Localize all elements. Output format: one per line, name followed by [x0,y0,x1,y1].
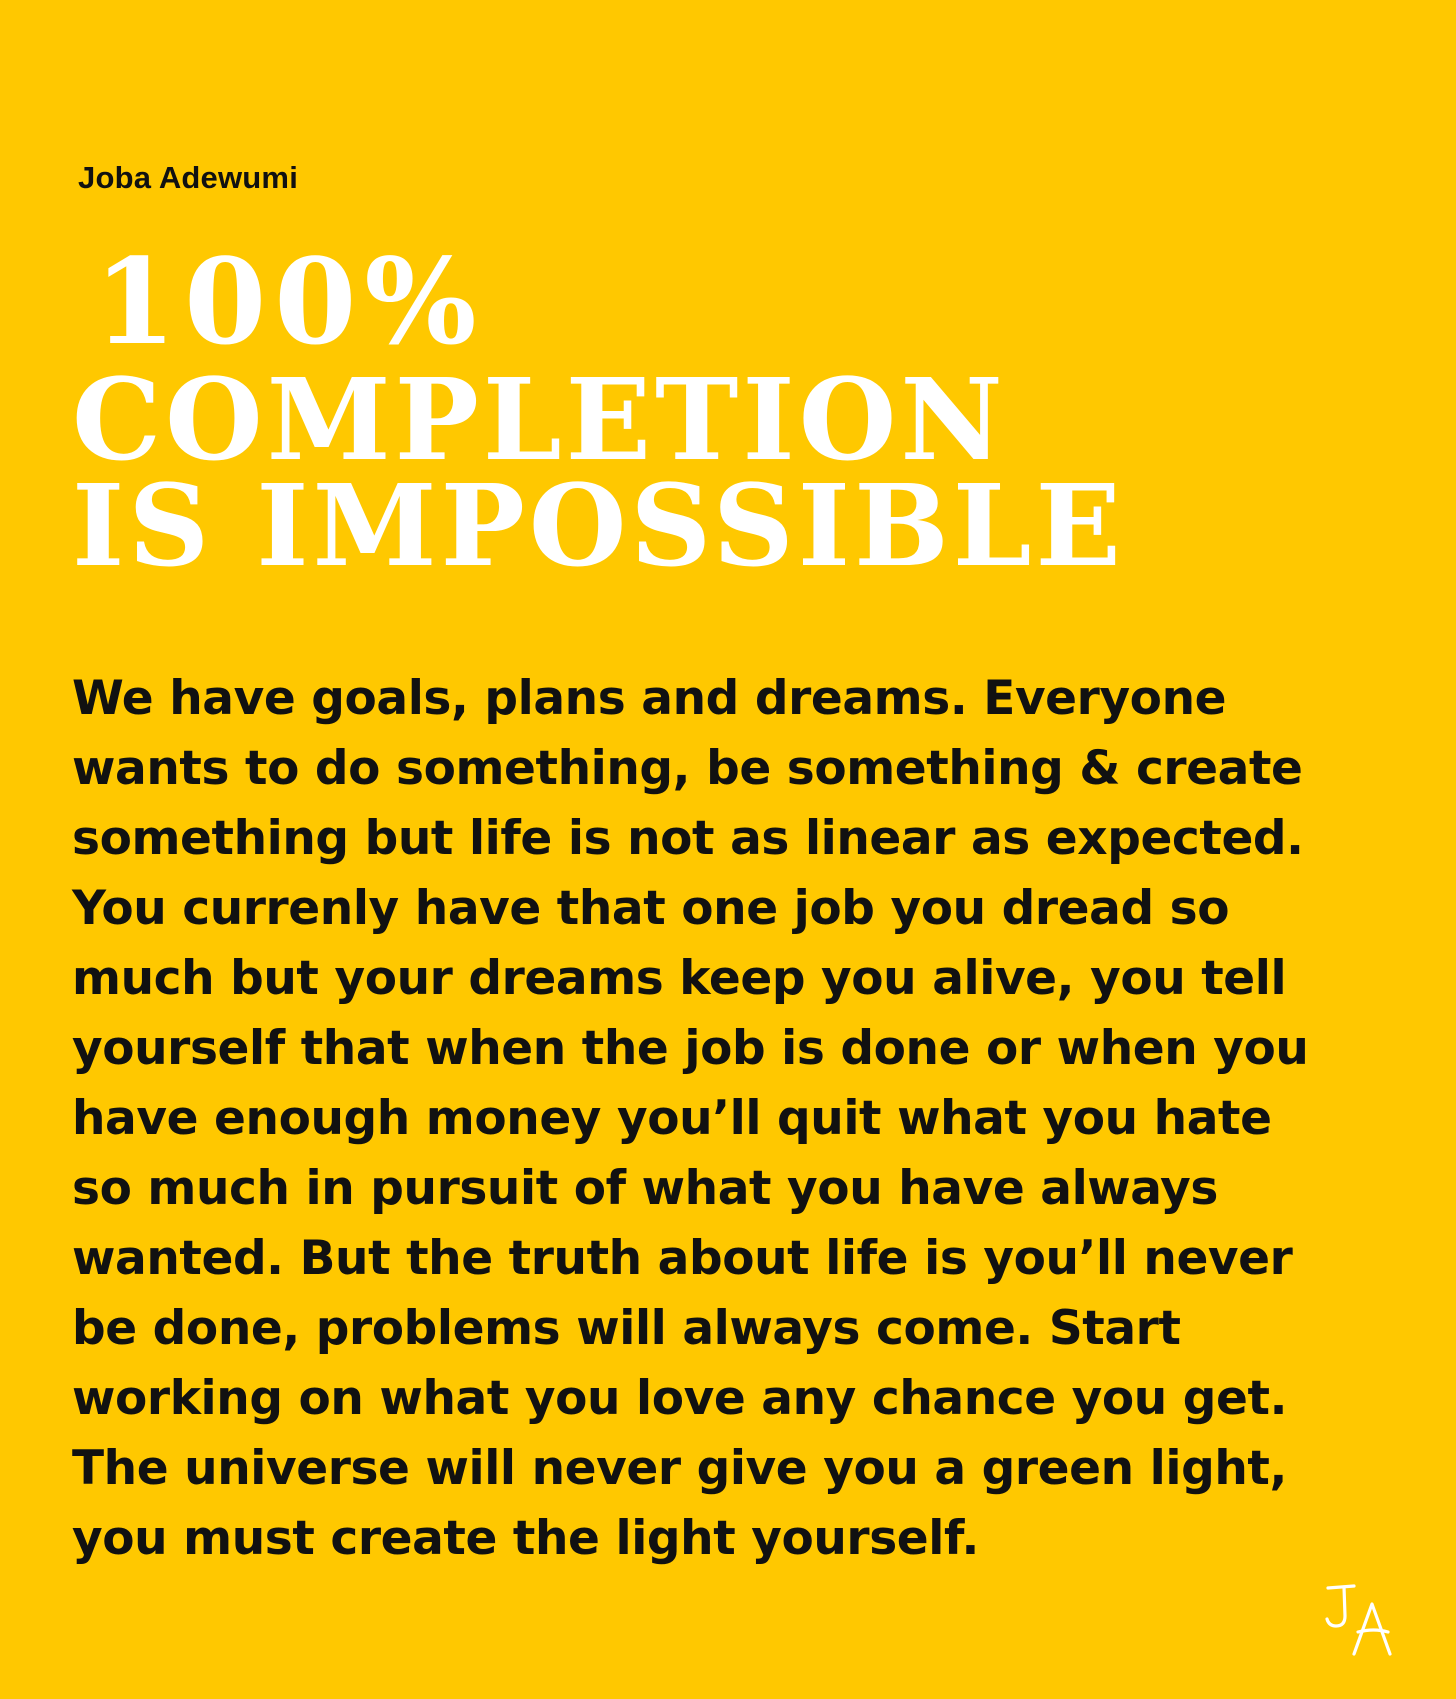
quote-line: The universe will never give you a green… [72,1441,1287,1496]
quote-line: much but your dreams keep you alive, you… [72,951,1287,1006]
quote-line: working on what you love any chance you … [72,1371,1288,1426]
headline-line-2: COMPLETION [72,355,1007,486]
author-name: Joba Adewumi [78,160,299,195]
quote-line: you must create the light yourself. [72,1511,979,1566]
signature-j-stem [1325,1585,1347,1628]
signature-a-bar [1356,1628,1390,1634]
quote-line: something but life is not as linear as e… [72,811,1304,866]
ja-signature-icon [1325,1584,1392,1656]
quote-line: yourself that when the job is done or wh… [72,1021,1309,1076]
quote-line: You currenly have that one job you dread… [72,881,1230,936]
quote-line: so much in pursuit of what you have alwa… [72,1161,1218,1216]
quote-poster: Joba Adewumi 100% COMPLETION IS IMPOSSIB… [0,0,1456,1699]
headline: 100% COMPLETION IS IMPOSSIBLE [72,232,1412,592]
quote-line: We have goals, plans and dreams. Everyon… [72,671,1227,726]
headline-line-3: IS IMPOSSIBLE [72,461,1125,592]
quote-body: We have goals, plans and dreams. Everyon… [72,664,1402,1574]
headline-line-1: 100% [94,232,485,371]
signature-j-top [1326,1584,1356,1590]
quote-line: be done, problems will always come. Star… [72,1301,1181,1356]
quote-line: wanted. But the truth about life is you’… [72,1231,1293,1286]
quote-line: have enough money you’ll quit what you h… [72,1091,1272,1146]
quote-line: wants to do something, be something & cr… [72,741,1303,796]
